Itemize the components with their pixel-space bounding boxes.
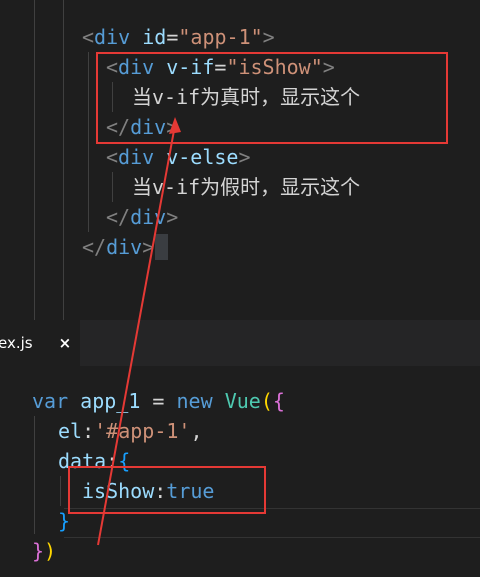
attr-value: "app-1" bbox=[178, 25, 263, 49]
code-line-1[interactable]: <div id="app-1"> bbox=[82, 22, 275, 52]
tag-close: > bbox=[166, 205, 179, 229]
tag-open: </ bbox=[106, 205, 131, 229]
code-line-8[interactable]: </div> bbox=[82, 232, 154, 262]
variable-name: app_1 bbox=[80, 389, 141, 413]
indent-guide bbox=[112, 172, 113, 202]
js-line-1[interactable]: var app_1 = new Vue({ bbox=[32, 386, 285, 416]
colon: : bbox=[82, 419, 95, 443]
highlight-box-v-if-block bbox=[96, 52, 448, 144]
keyword-var: var bbox=[32, 389, 69, 413]
operator-eq: = bbox=[140, 389, 177, 413]
indent-guide bbox=[34, 0, 35, 320]
code-line-7[interactable]: </div> bbox=[106, 202, 178, 232]
tag-close: > bbox=[142, 235, 155, 259]
close-icon[interactable]: × bbox=[59, 334, 72, 352]
editor-tab-bar: ex.js × bbox=[0, 320, 480, 367]
open-brace: { bbox=[272, 389, 285, 413]
string-value: '#app-1' bbox=[94, 419, 191, 443]
tag-name: div bbox=[106, 235, 143, 259]
indent-guide bbox=[60, 476, 61, 506]
indent-guide bbox=[34, 416, 35, 534]
highlight-box-isshow bbox=[68, 466, 266, 514]
code-line-6[interactable]: 当v-if为假时，显示这个 bbox=[132, 172, 360, 202]
tag-close: > bbox=[262, 25, 275, 49]
tag-name: div bbox=[94, 25, 131, 49]
close-brace: } bbox=[32, 539, 45, 563]
tag-open: < bbox=[82, 25, 95, 49]
indent-guide bbox=[88, 52, 89, 232]
property-key: el bbox=[58, 419, 83, 443]
keyword-new: new bbox=[176, 389, 213, 413]
text-cursor bbox=[155, 234, 168, 260]
tag-name: div bbox=[118, 145, 155, 169]
class-name: Vue bbox=[224, 389, 261, 413]
tag-open: < bbox=[106, 145, 119, 169]
tab-index-js[interactable]: ex.js × bbox=[0, 320, 80, 366]
comma: , bbox=[190, 419, 203, 443]
template-editor-pane[interactable]: <div id="app-1"> <div v-if="isShow"> 当v-… bbox=[0, 0, 480, 320]
attr-name: v-else bbox=[166, 145, 239, 169]
js-line-6[interactable]: }) bbox=[32, 536, 56, 566]
code-line-5[interactable]: <div v-else> bbox=[106, 142, 251, 172]
tag-open: </ bbox=[82, 235, 107, 259]
attr-eq: = bbox=[166, 25, 179, 49]
tag-name: div bbox=[130, 205, 167, 229]
attr-name: id bbox=[142, 25, 167, 49]
tag-close: > bbox=[238, 145, 251, 169]
js-line-2[interactable]: el:'#app-1', bbox=[58, 416, 203, 446]
indent-guide bbox=[63, 0, 64, 320]
close-paren: ) bbox=[44, 539, 57, 563]
text-content: 当v-if为假时，显示这个 bbox=[132, 175, 361, 199]
open-paren: ( bbox=[260, 389, 273, 413]
tab-label: ex.js bbox=[0, 334, 33, 352]
